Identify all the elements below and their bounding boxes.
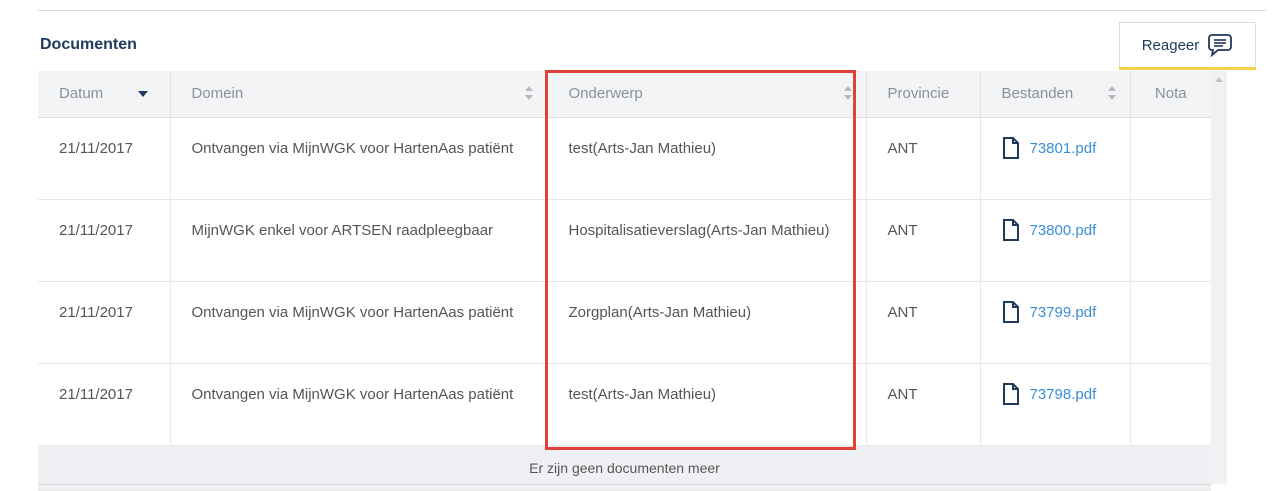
- cell-nota: [1130, 199, 1211, 282]
- sort-icon: [843, 86, 852, 102]
- sort-icon: [524, 86, 533, 102]
- cell-datum: 21/11/2017: [38, 281, 171, 364]
- cell-onderwerp: Zorgplan(Arts-Jan Mathieu): [547, 281, 867, 364]
- cell-provincie: ANT: [866, 363, 981, 446]
- cell-nota: [1130, 117, 1211, 200]
- panel-title: Documenten: [40, 36, 137, 53]
- cell-datum: 21/11/2017: [38, 363, 171, 446]
- cell-onderwerp: Hospitalisatieverslag(Arts-Jan Mathieu): [547, 199, 867, 282]
- sort-descending-icon: [137, 91, 148, 97]
- cell-bestand: 73799.pdf: [980, 281, 1131, 364]
- file-link[interactable]: 73801.pdf: [1002, 136, 1120, 166]
- column-header-datum[interactable]: Datum: [38, 71, 171, 118]
- reageer-button[interactable]: Reageer: [1119, 22, 1256, 70]
- cell-nota: [1130, 281, 1211, 364]
- column-header-nota: Nota: [1130, 71, 1211, 118]
- cell-provincie: ANT: [866, 199, 981, 282]
- vertical-scrollbar[interactable]: [1211, 71, 1227, 484]
- cell-provincie: ANT: [866, 281, 981, 364]
- file-link[interactable]: 73800.pdf: [1002, 218, 1120, 248]
- cell-domein: Ontvangen via MijnWGK voor HartenAas pat…: [170, 363, 548, 446]
- cell-provincie: ANT: [866, 117, 981, 200]
- table-row[interactable]: 21/11/2017 Ontvangen via MijnWGK voor Ha…: [38, 117, 1211, 200]
- cell-domein: Ontvangen via MijnWGK voor HartenAas pat…: [170, 117, 548, 200]
- column-header-bestanden[interactable]: Bestanden: [980, 71, 1131, 118]
- file-link[interactable]: 73798.pdf: [1002, 382, 1120, 412]
- reageer-label: Reageer: [1141, 36, 1200, 54]
- table-row[interactable]: 21/11/2017 MijnWGK enkel voor ARTSEN raa…: [38, 199, 1211, 282]
- file-icon: [1002, 300, 1020, 330]
- column-header-onderwerp[interactable]: Onderwerp: [547, 71, 867, 118]
- table-row[interactable]: 21/11/2017 Ontvangen via MijnWGK voor Ha…: [38, 281, 1211, 364]
- sort-icon: [1107, 86, 1116, 102]
- file-icon: [1002, 382, 1020, 412]
- file-name: 73799.pdf: [1029, 303, 1097, 321]
- file-icon: [1002, 136, 1020, 166]
- scroll-up-arrow-icon[interactable]: [1215, 77, 1223, 82]
- cell-domein: Ontvangen via MijnWGK voor HartenAas pat…: [170, 281, 548, 364]
- table-row[interactable]: 21/11/2017 Ontvangen via MijnWGK voor Ha…: [38, 363, 1211, 446]
- cell-bestand: 73798.pdf: [980, 363, 1131, 446]
- cell-datum: 21/11/2017: [38, 199, 171, 282]
- file-name: 73800.pdf: [1029, 221, 1097, 239]
- file-icon: [1002, 218, 1020, 248]
- documents-table: Datum Domein Onderwerp Provincie Bestand…: [38, 71, 1211, 491]
- cell-nota: [1130, 363, 1211, 446]
- cell-domein: MijnWGK enkel voor ARTSEN raadpleegbaar: [170, 199, 548, 282]
- chat-comment-icon: [1207, 33, 1233, 57]
- column-header-provincie: Provincie: [866, 71, 981, 118]
- cell-onderwerp: test(Arts-Jan Mathieu): [547, 117, 867, 200]
- cell-datum: 21/11/2017: [38, 117, 171, 200]
- file-name: 73798.pdf: [1029, 385, 1097, 403]
- file-name: 73801.pdf: [1029, 139, 1097, 157]
- bottom-divider: [38, 484, 1211, 485]
- cell-bestand: 73801.pdf: [980, 117, 1131, 200]
- cell-bestand: 73800.pdf: [980, 199, 1131, 282]
- column-header-domein[interactable]: Domein: [170, 71, 548, 118]
- file-link[interactable]: 73799.pdf: [1002, 300, 1120, 330]
- top-divider: [38, 10, 1266, 11]
- cell-onderwerp: test(Arts-Jan Mathieu): [547, 363, 867, 446]
